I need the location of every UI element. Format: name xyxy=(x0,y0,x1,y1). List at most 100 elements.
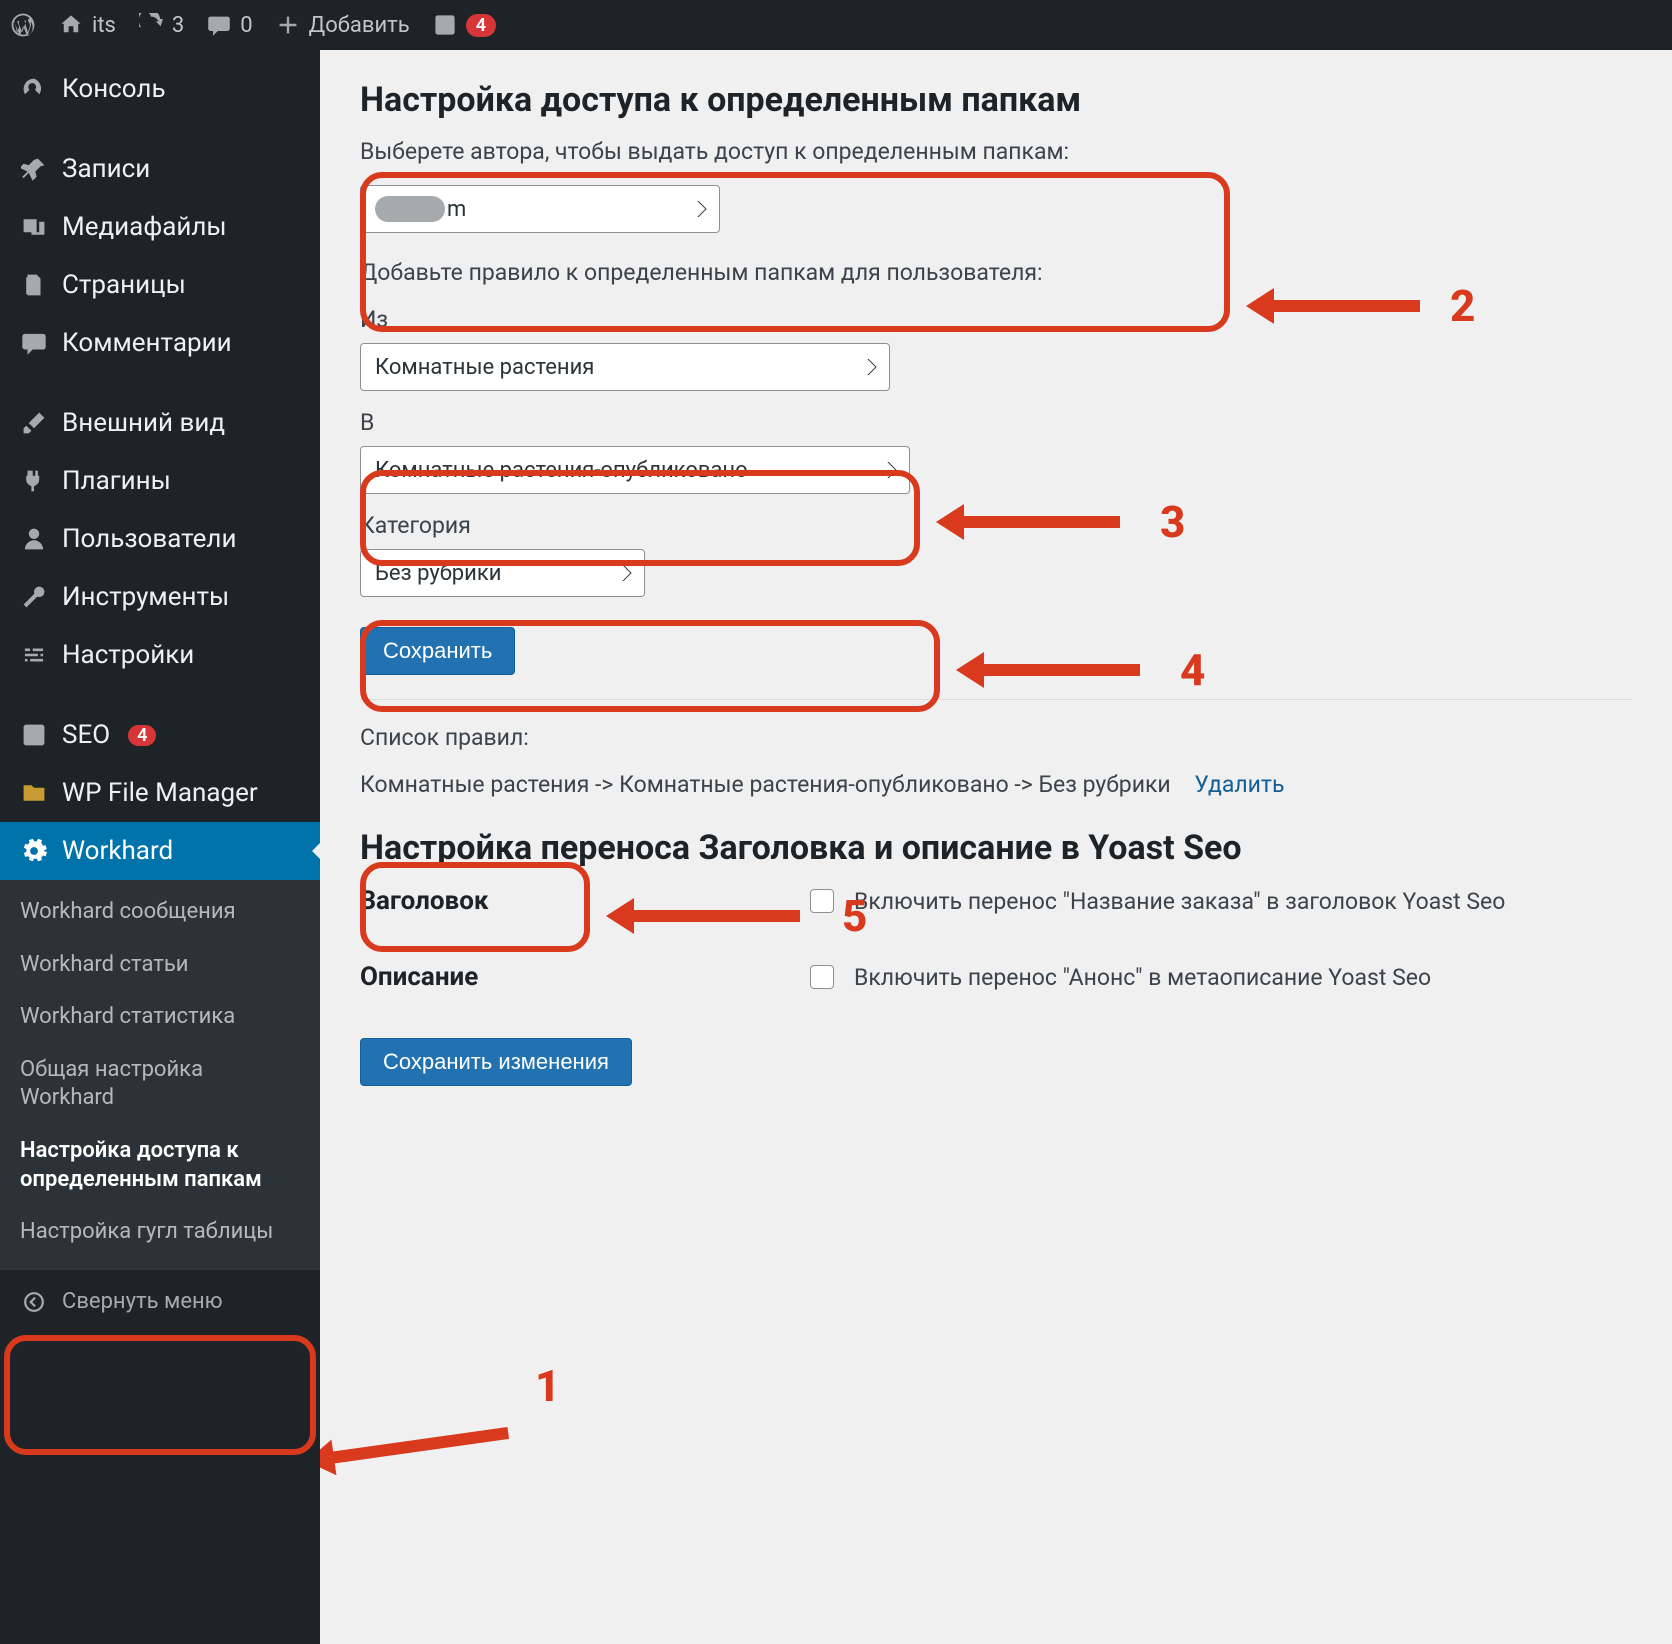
media-icon xyxy=(20,213,48,241)
rule-line: Комнатные растения -> Комнатные растения… xyxy=(360,771,1632,798)
menu-dashboard-label: Консоль xyxy=(62,74,166,104)
from-value: Комнатные растения xyxy=(375,355,594,380)
description-checkbox[interactable] xyxy=(810,965,834,989)
content-area: Настройка доступа к определенным папкам … xyxy=(320,50,1672,1644)
description-chk-label: Включить перенос "Анонс" в метаописание … xyxy=(854,964,1431,991)
from-select[interactable]: Комнатные растения xyxy=(360,343,890,391)
menu-workhard-label: Workhard xyxy=(62,836,173,866)
submenu-workhard: Workhard сообщения Workhard статьи Workh… xyxy=(0,880,320,1269)
callout-number-1: 1 xyxy=(535,1360,560,1412)
yoast-icon xyxy=(432,12,458,38)
to-value: Комнатные растения-опубликовано xyxy=(375,458,748,483)
menu-wpfm[interactable]: WP File Manager xyxy=(0,764,320,822)
seo-badge: 4 xyxy=(128,725,156,746)
yoast-title: Настройка переноса Заголовка и описание … xyxy=(360,828,1632,868)
comments-count: 0 xyxy=(240,13,252,38)
callout-box-1 xyxy=(4,1335,316,1455)
sub-articles[interactable]: Workhard статьи xyxy=(0,939,320,992)
cat-select[interactable]: Без рубрики xyxy=(360,549,645,597)
folder-icon xyxy=(20,779,48,807)
wp-logo[interactable] xyxy=(10,12,36,38)
plug-icon xyxy=(20,467,48,495)
row-description: Описание Включить перенос "Анонс" в мета… xyxy=(360,962,1632,992)
divider xyxy=(360,699,1632,700)
add-new-link[interactable]: Добавить xyxy=(275,12,410,38)
rules-list-label: Список правил: xyxy=(360,724,1632,751)
menu-media[interactable]: Медиафайлы xyxy=(0,198,320,256)
menu-users[interactable]: Пользователи xyxy=(0,510,320,568)
yoast-link[interactable]: 4 xyxy=(432,12,496,38)
menu-settings[interactable]: Настройки xyxy=(0,626,320,684)
plus-icon xyxy=(275,12,301,38)
menu-pages-label: Страницы xyxy=(62,270,186,300)
menu-wpfm-label: WP File Manager xyxy=(62,778,258,808)
row-description-label: Описание xyxy=(360,962,790,992)
hint-author: Выберете автора, чтобы выдать доступ к о… xyxy=(360,138,1632,165)
menu-media-label: Медиафайлы xyxy=(62,212,227,242)
updates-count: 3 xyxy=(172,13,184,38)
menu-posts-label: Записи xyxy=(62,154,150,184)
rule-text: Комнатные растения -> Комнатные растения… xyxy=(360,771,1171,798)
menu-users-label: Пользователи xyxy=(62,524,236,554)
refresh-icon xyxy=(138,12,164,38)
hint-rule: Добавьте правило к определенным папкам д… xyxy=(360,259,1632,286)
author-select[interactable]: m xyxy=(360,185,720,233)
collapse-icon xyxy=(20,1288,48,1316)
menu-comments[interactable]: Комментарии xyxy=(0,314,320,372)
dashboard-icon xyxy=(20,75,48,103)
menu-seo[interactable]: SEO 4 xyxy=(0,706,320,764)
heading-checkbox[interactable] xyxy=(810,889,834,913)
sub-stats[interactable]: Workhard статистика xyxy=(0,991,320,1044)
yoast-badge: 4 xyxy=(466,14,496,37)
heading-chk-label: Включить перенос "Название заказа" в заг… xyxy=(854,888,1505,915)
label-to: В xyxy=(360,409,1632,436)
menu-appearance-label: Внешний вид xyxy=(62,408,225,438)
comments-link[interactable]: 0 xyxy=(206,12,252,38)
sub-folder-access[interactable]: Настройка доступа к определенным папкам xyxy=(0,1125,320,1206)
yoast-icon xyxy=(20,721,48,749)
menu-dashboard[interactable]: Консоль xyxy=(0,60,320,118)
sliders-icon xyxy=(20,641,48,669)
pages-icon xyxy=(20,271,48,299)
menu-plugins[interactable]: Плагины xyxy=(0,452,320,510)
comment-icon xyxy=(20,329,48,357)
collapse-label: Свернуть меню xyxy=(62,1289,223,1314)
menu-seo-label: SEO xyxy=(62,720,110,750)
author-value-suffix: m xyxy=(447,197,466,222)
updates-link[interactable]: 3 xyxy=(138,12,184,38)
site-name: its xyxy=(92,13,116,38)
sub-messages[interactable]: Workhard сообщения xyxy=(0,886,320,939)
menu-posts[interactable]: Записи xyxy=(0,140,320,198)
menu-comments-label: Комментарии xyxy=(62,328,232,358)
save-changes-button[interactable]: Сохранить изменения xyxy=(360,1038,632,1086)
save-button[interactable]: Сохранить xyxy=(360,627,515,675)
label-from: Из xyxy=(360,306,1632,333)
sub-gsheets[interactable]: Настройка гугл таблицы xyxy=(0,1206,320,1259)
callout-arrow-1 xyxy=(329,1427,509,1464)
row-heading-label: Заголовок xyxy=(360,886,790,916)
site-link[interactable]: its xyxy=(58,12,116,38)
brush-icon xyxy=(20,409,48,437)
collapse-menu[interactable]: Свернуть меню xyxy=(0,1269,320,1334)
wrench-icon xyxy=(20,583,48,611)
home-icon xyxy=(58,12,84,38)
menu-tools-label: Инструменты xyxy=(62,582,229,612)
redacted-text xyxy=(375,196,445,222)
page-title: Настройка доступа к определенным папкам xyxy=(360,80,1632,120)
to-select[interactable]: Комнатные растения-опубликовано xyxy=(360,446,910,494)
menu-settings-label: Настройки xyxy=(62,640,194,670)
menu-plugins-label: Плагины xyxy=(62,466,171,496)
menu-tools[interactable]: Инструменты xyxy=(0,568,320,626)
menu-pages[interactable]: Страницы xyxy=(0,256,320,314)
add-new-label: Добавить xyxy=(309,13,410,38)
pin-icon xyxy=(20,155,48,183)
row-heading: Заголовок Включить перенос "Название зак… xyxy=(360,886,1632,916)
cat-value: Без рубрики xyxy=(375,561,501,586)
adminbar: its 3 0 Добавить 4 xyxy=(0,0,1672,50)
sub-general[interactable]: Общая настройка Workhard xyxy=(0,1044,320,1125)
wordpress-icon xyxy=(10,12,36,38)
rule-delete-link[interactable]: Удалить xyxy=(1194,771,1284,798)
menu-appearance[interactable]: Внешний вид xyxy=(0,394,320,452)
label-cat: Категория xyxy=(360,512,1632,539)
menu-workhard[interactable]: Workhard xyxy=(0,822,320,880)
